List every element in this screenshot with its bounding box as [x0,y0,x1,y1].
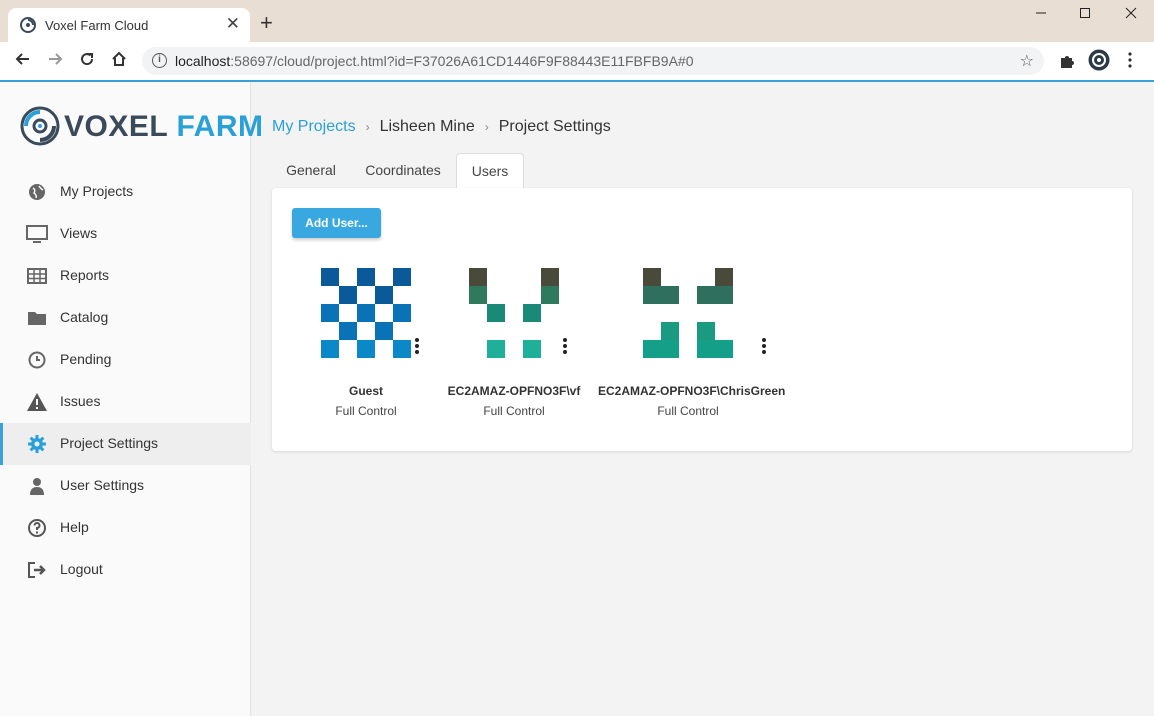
sidebar-item-my-projects[interactable]: My Projects [0,171,251,213]
user-menu-icon[interactable] [562,338,568,356]
table-icon [27,268,47,284]
logo-farm: FARM [176,110,264,143]
sidebar-item-label: Catalog [60,309,109,325]
browser-titlebar: Voxel Farm Cloud ✕ + [0,0,1154,42]
user-card-vf[interactable]: EC2AMAZ-OPFNO3F\vf Full Control [424,266,604,426]
url-bar[interactable]: i localhost:58697/cloud/project.html?id=… [142,47,1044,75]
sidebar-item-issues[interactable]: Issues [0,381,251,423]
reload-icon[interactable] [76,50,98,72]
maximize-icon[interactable] [1062,6,1108,26]
new-tab-button[interactable]: + [260,12,273,34]
breadcrumb-separator: › [484,120,489,134]
sidebar-item-project-settings[interactable]: Project Settings [0,423,251,465]
help-icon [28,519,46,537]
sidebar: VOXEL FARM My Projects Views Reports Cat… [0,82,263,716]
page-title: Project Settings [498,118,611,135]
warning-icon [27,393,47,411]
chrisgreen-avatar [643,268,733,358]
sidebar-item-label: Project Settings [60,435,159,451]
voxel-farm-logo-icon [20,106,60,146]
back-arrow-icon[interactable] [12,50,34,72]
minimize-icon[interactable] [1018,6,1064,26]
url-text: localhost:58697/cloud/project.html?id=F3… [175,53,693,69]
sidebar-item-label: User Settings [60,477,145,493]
extensions-puzzle-icon[interactable] [1058,52,1076,75]
breadcrumb-separator: › [365,120,370,134]
site-info-icon[interactable]: i [152,53,167,68]
breadcrumb-my-projects[interactable]: My Projects [272,118,356,135]
user-role: Full Control [657,404,719,418]
logo-wordmark: VOXEL FARM [64,110,264,144]
tab-title: Voxel Farm Cloud [45,18,149,33]
gear-icon [28,435,46,453]
sidebar-item-label: Help [60,519,89,535]
user-menu-icon[interactable] [761,338,767,356]
tab-general[interactable]: General [272,153,350,188]
profile-avatar-icon[interactable] [1088,49,1110,76]
bookmark-star-icon[interactable]: ☆ [1020,51,1034,71]
voxel-farm-favicon-icon [20,17,36,33]
logo-voxel: VOXEL [64,110,168,143]
sidebar-item-label: Pending [60,351,112,367]
user-icon [30,478,44,495]
browser-tab[interactable]: Voxel Farm Cloud ✕ [8,8,250,42]
sidebar-item-help[interactable]: Help [0,507,251,549]
sidebar-item-catalog[interactable]: Catalog [0,297,251,339]
vf-avatar [469,268,559,358]
user-menu-icon[interactable] [414,338,420,356]
user-name: EC2AMAZ-OPFNO3F\ChrisGreen [598,384,786,398]
globe-icon [29,184,45,200]
sidebar-item-label: Reports [60,267,110,283]
sidebar-item-label: My Projects [60,183,134,199]
url-path: :58697/cloud/project.html?id=F37026A61CD… [230,53,694,69]
monitor-icon [26,225,48,243]
browser-menu-icon[interactable] [1126,51,1134,74]
sidebar-item-logout[interactable]: Logout [0,549,251,591]
close-window-icon[interactable] [1108,6,1154,26]
home-icon[interactable] [108,50,130,72]
user-role: Full Control [483,404,545,418]
logout-icon [28,562,46,578]
browser-toolbar: i localhost:58697/cloud/project.html?id=… [0,42,1154,80]
tab-coordinates[interactable]: Coordinates [355,153,451,188]
guest-avatar [321,268,411,358]
url-host: localhost [175,53,231,69]
user-card-chrisgreen[interactable]: EC2AMAZ-OPFNO3F\ChrisGreen Full Control [598,266,786,426]
clock-icon [28,351,46,369]
folder-icon [28,312,46,325]
breadcrumb: My Projects › Lisheen Mine › Project Setting… [272,118,611,136]
users-panel: Add User... Guest Full Control EC2AMAZ-O… [272,188,1132,451]
sidebar-item-label: Logout [60,561,103,577]
forward-arrow-icon[interactable] [44,50,66,72]
sidebar-item-label: Views [60,225,98,241]
tab-users[interactable]: Users [456,153,524,188]
user-name: EC2AMAZ-OPFNO3F\vf [447,384,581,398]
breadcrumb-project: Lisheen Mine [379,118,475,135]
sidebar-item-pending[interactable]: Pending [0,339,251,381]
sidebar-item-views[interactable]: Views [0,213,251,255]
sidebar-item-label: Issues [60,393,101,409]
close-tab-icon[interactable]: ✕ [226,15,240,33]
sidebar-item-user-settings[interactable]: User Settings [0,465,251,507]
add-user-button[interactable]: Add User... [292,208,381,238]
sidebar-item-reports[interactable]: Reports [0,255,251,297]
